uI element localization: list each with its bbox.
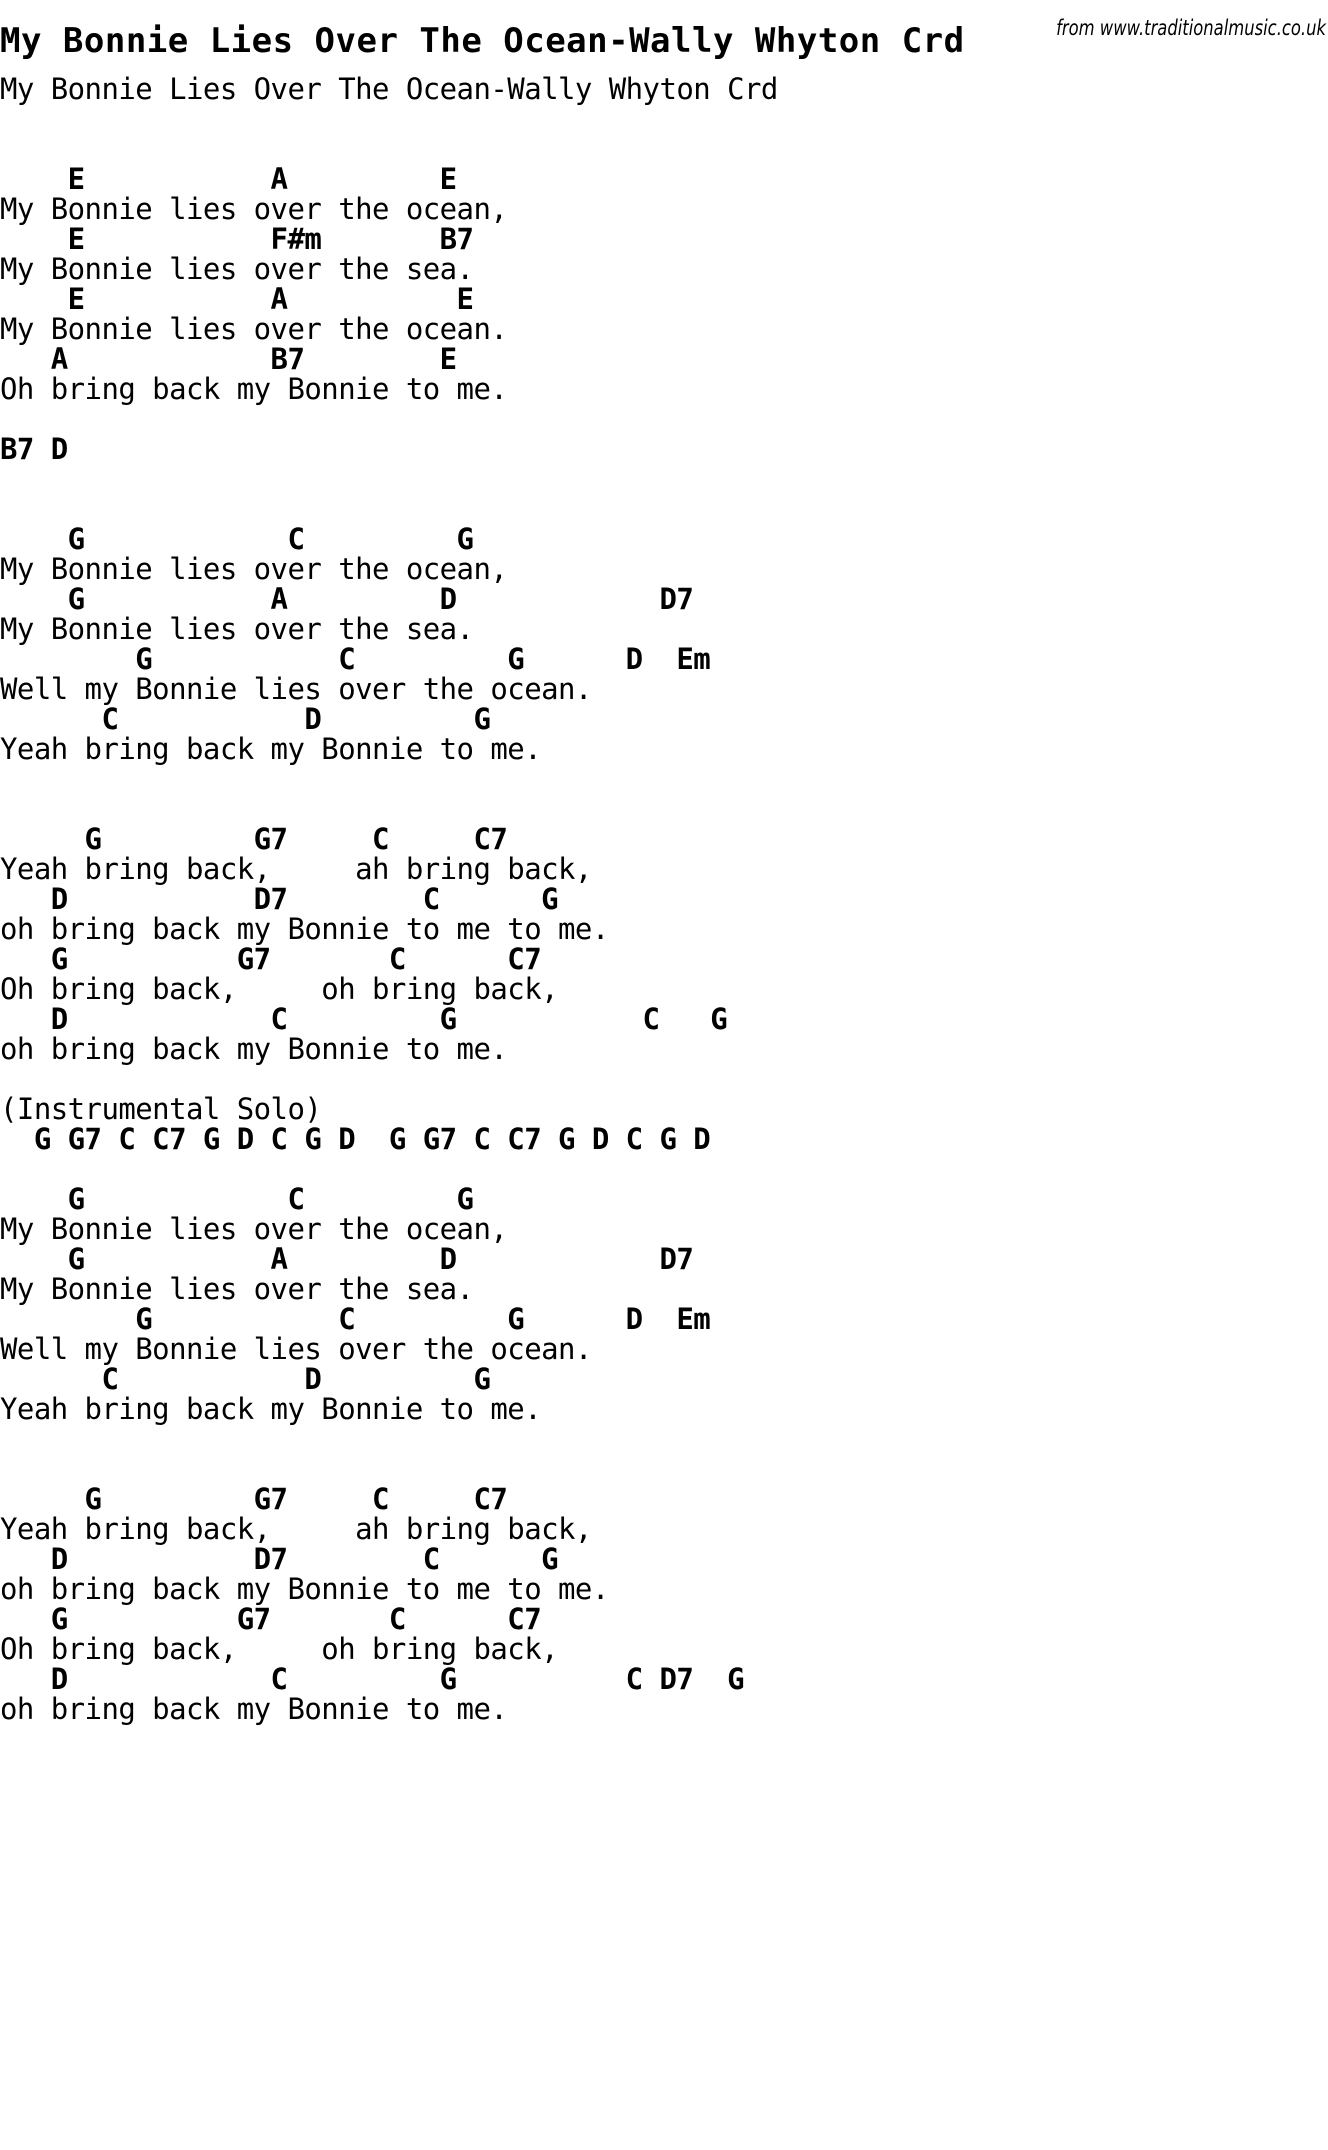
chord-line: D C G C G — [0, 1002, 728, 1036]
chord-line: G C G — [0, 522, 474, 556]
lyric-line: Yeah bring back, ah bring back, — [0, 852, 592, 886]
lyric-line: My Bonnie lies over the ocean, — [0, 192, 508, 226]
lyric-line: Yeah bring back my Bonnie to me. — [0, 732, 542, 766]
chord-line: A B7 E — [0, 342, 457, 376]
lyric-line: (Instrumental Solo) — [0, 1092, 322, 1126]
chord-line: E A E — [0, 162, 457, 196]
title-area: My Bonnie Lies Over The Ocean-Wally Whyt… — [0, 0, 1328, 61]
song-chord-sheet: My Bonnie Lies Over The Ocean-Wally Whyt… — [0, 44, 1328, 1724]
lyric-line: My Bonnie Lies Over The Ocean-Wally Whyt… — [0, 72, 778, 106]
chord-line: C D G — [0, 702, 491, 736]
lyric-line: oh bring back my Bonnie to me. — [0, 1032, 508, 1066]
chord-line: G A D D7 — [0, 582, 694, 616]
chord-line: G C G D Em — [0, 1302, 711, 1336]
chord-line: G C G — [0, 1182, 474, 1216]
lyric-line: Oh bring back, oh bring back, — [0, 1632, 559, 1666]
chord-line: G G7 C C7 — [0, 822, 508, 856]
lyric-line: My Bonnie lies over the sea. — [0, 1272, 474, 1306]
lyric-line: oh bring back my Bonnie to me to me. — [0, 912, 609, 946]
chord-line: E A E — [0, 282, 474, 316]
chord-line: B7 D — [0, 432, 68, 466]
lyric-line: My Bonnie lies over the ocean, — [0, 1212, 508, 1246]
chord-line: D D7 C G — [0, 1542, 559, 1576]
chord-line: G G7 C C7 — [0, 1602, 542, 1636]
lyric-line: My Bonnie lies over the sea. — [0, 252, 474, 286]
lyric-line: My Bonnie lies over the sea. — [0, 612, 474, 646]
source-watermark: from www.traditionalmusic.co.uk — [1056, 16, 1326, 40]
lyric-line: Yeah bring back my Bonnie to me. — [0, 1392, 542, 1426]
chord-line: D D7 C G — [0, 882, 559, 916]
chord-line: G G7 C C7 — [0, 1482, 508, 1516]
lyric-line: oh bring back my Bonnie to me to me. — [0, 1572, 609, 1606]
lyric-line: Yeah bring back, ah bring back, — [0, 1512, 592, 1546]
chord-line: G A D D7 — [0, 1242, 694, 1276]
chord-line: D C G C D7 G — [0, 1662, 745, 1696]
chord-line: C D G — [0, 1362, 491, 1396]
lyric-line: My Bonnie lies over the ocean. — [0, 312, 508, 346]
lyric-line: Oh bring back, oh bring back, — [0, 972, 559, 1006]
chord-line: E F#m B7 — [0, 222, 474, 256]
lyric-line: Well my Bonnie lies over the ocean. — [0, 1332, 592, 1366]
lyric-line: Well my Bonnie lies over the ocean. — [0, 672, 592, 706]
lyric-line: Oh bring back my Bonnie to me. — [0, 372, 508, 406]
chord-line: G G7 C C7 G D C G D G G7 C C7 G D C G D — [0, 1122, 711, 1156]
chord-line: G C G D Em — [0, 642, 711, 676]
lyric-line: My Bonnie lies over the ocean, — [0, 552, 508, 586]
lyric-line: oh bring back my Bonnie to me. — [0, 1692, 508, 1726]
chord-line: G G7 C C7 — [0, 942, 542, 976]
